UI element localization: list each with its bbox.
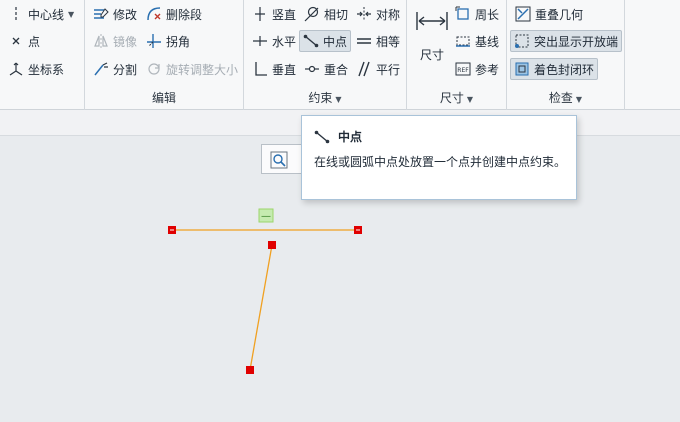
group-inspect: 重叠几何 突出显示开放端 着色封闭环 检查 ▼ xyxy=(507,0,625,110)
symmetric-button[interactable]: 对称 xyxy=(352,3,404,25)
slanted-sketch-line[interactable] xyxy=(249,244,273,371)
group-dimension-label[interactable]: 尺寸 ▼ xyxy=(407,89,506,106)
horizontal-constraint-glyph: — xyxy=(261,211,271,222)
parallel-label: 平行 xyxy=(376,62,401,77)
reference-button[interactable]: REF 参考 xyxy=(451,58,503,80)
midpoint-icon xyxy=(314,130,330,143)
coincident-label: 重合 xyxy=(324,62,349,77)
parallel-icon xyxy=(358,61,370,77)
equal-label: 相等 xyxy=(376,34,401,49)
vertical-button[interactable]: 竖直 xyxy=(248,3,300,25)
chevron-down-icon[interactable]: ▼ xyxy=(68,10,74,19)
baseline-icon xyxy=(456,36,470,47)
group-constrain-label[interactable]: 约束 ▼ xyxy=(244,89,406,106)
vertical-label: 竖直 xyxy=(272,7,297,22)
midpoint-icon xyxy=(303,34,319,48)
corner-label: 拐角 xyxy=(166,34,191,49)
shade-closed-loops-icon xyxy=(515,62,529,76)
chevron-down-icon: ▼ xyxy=(466,95,474,104)
midpoint-tooltip: 中点 在线或圆弧中点处放置一个点并创建中点约束。 xyxy=(301,115,577,200)
rotate-resize-label: 旋转调整大小 xyxy=(166,62,239,77)
corner-button[interactable]: 拐角 xyxy=(142,30,194,52)
corner-icon xyxy=(147,34,161,48)
tangent-label: 相切 xyxy=(324,7,349,22)
baseline-label: 基线 xyxy=(475,34,500,49)
vertical-icon xyxy=(255,7,265,21)
highlight-open-ends-label: 突出显示开放端 xyxy=(534,34,619,49)
tooltip-title: 中点 xyxy=(314,128,362,145)
shade-closed-loops-label: 着色封闭环 xyxy=(534,62,595,77)
perpendicular-icon xyxy=(255,62,267,76)
group-edit-label[interactable]: 编辑 xyxy=(85,89,243,106)
chevron-down-icon: ▼ xyxy=(335,95,342,104)
point-icon xyxy=(12,37,20,45)
vertex-top[interactable] xyxy=(268,241,276,249)
centerline-icon xyxy=(15,7,17,21)
group-constrain: 竖直 相切 对称 水平 中点 相等 垂直 重合 平行 约束 ▼ xyxy=(244,0,407,110)
perpendicular-label: 垂直 xyxy=(272,62,297,77)
overlap-geometry-icon xyxy=(515,6,531,22)
mirror-label: 镜像 xyxy=(113,34,138,49)
coincident-icon xyxy=(305,65,319,73)
mirror-icon xyxy=(94,34,108,48)
equal-button[interactable]: 相等 xyxy=(352,30,404,52)
divide-label: 分割 xyxy=(113,62,138,77)
shade-closed-loops-button[interactable]: 着色封闭环 xyxy=(510,58,599,80)
centerline-label: 中心线 xyxy=(28,7,65,22)
coordinate-system-icon xyxy=(9,62,23,76)
perpendicular-button[interactable]: 垂直 xyxy=(248,58,300,80)
modify-icon xyxy=(94,8,109,19)
divide-icon xyxy=(94,62,108,76)
symmetric-icon xyxy=(357,7,371,21)
reference-icon: REF xyxy=(455,62,471,76)
group-edit: 修改 删除段 镜像 拐角 分割 旋转调整大小 编辑 xyxy=(85,0,244,110)
dimension-button[interactable]: 尺寸 xyxy=(411,4,453,66)
horizontal-icon xyxy=(253,36,267,46)
group-inspect-label[interactable]: 检查 ▼ xyxy=(507,89,624,106)
equal-icon xyxy=(357,38,371,44)
perimeter-button[interactable]: 周长 xyxy=(451,3,503,25)
reference-label: 参考 xyxy=(475,62,500,77)
delete-segment-button[interactable]: 删除段 xyxy=(142,3,206,25)
modify-button[interactable]: 修改 xyxy=(89,3,141,25)
point-label: 点 xyxy=(28,34,41,49)
parallel-button[interactable]: 平行 xyxy=(352,58,404,80)
tangent-icon xyxy=(304,6,319,22)
group-sketch: 中心线 ▼ 点 坐标系 xyxy=(0,0,85,110)
horizontal-button[interactable]: 水平 xyxy=(248,30,300,52)
midpoint-label: 中点 xyxy=(323,34,348,49)
svg-text:REF: REF xyxy=(457,67,469,74)
coordsys-label: 坐标系 xyxy=(28,62,65,77)
ribbon: 中心线 ▼ 点 坐标系 修改 删除段 镜像 拐角 分割 旋转调整大小 编辑 竖直… xyxy=(0,0,680,110)
tooltip-description: 在线或圆弧中点处放置一个点并创建中点约束。 xyxy=(314,155,567,169)
mirror-button[interactable]: 镜像 xyxy=(89,30,141,52)
rotate-resize-icon xyxy=(148,63,160,75)
rotate-resize-button[interactable]: 旋转调整大小 xyxy=(142,58,242,80)
highlight-open-ends-icon xyxy=(515,34,529,48)
group-dimension: 尺寸 周长 基线 REF 参考 尺寸 ▼ xyxy=(407,0,507,110)
vertex-bottom[interactable] xyxy=(246,366,254,374)
point-button[interactable]: 点 xyxy=(4,30,44,52)
coincident-button[interactable]: 重合 xyxy=(300,58,352,80)
coordsys-button[interactable]: 坐标系 xyxy=(4,58,68,80)
dimension-label: 尺寸 xyxy=(419,48,444,62)
delete-segment-icon xyxy=(147,7,161,21)
divide-button[interactable]: 分割 xyxy=(89,58,141,80)
perimeter-icon xyxy=(455,6,469,20)
chevron-down-icon: ▼ xyxy=(575,95,583,104)
dimension-icon xyxy=(416,12,448,30)
tangent-button[interactable]: 相切 xyxy=(300,3,352,25)
perimeter-label: 周长 xyxy=(475,7,500,22)
symmetric-label: 对称 xyxy=(376,7,401,22)
overlap-geometry-button[interactable]: 重叠几何 xyxy=(511,3,587,25)
modify-label: 修改 xyxy=(113,7,138,22)
tooltip-title-text: 中点 xyxy=(338,130,363,144)
delete-segment-label: 删除段 xyxy=(166,7,203,22)
centerline-button[interactable]: 中心线 ▼ xyxy=(4,3,78,25)
highlight-open-ends-button[interactable]: 突出显示开放端 xyxy=(510,30,623,52)
horizontal-label: 水平 xyxy=(272,34,297,49)
midpoint-button[interactable]: 中点 xyxy=(299,30,352,52)
baseline-button[interactable]: 基线 xyxy=(451,30,503,52)
overlap-geometry-label: 重叠几何 xyxy=(535,7,584,22)
